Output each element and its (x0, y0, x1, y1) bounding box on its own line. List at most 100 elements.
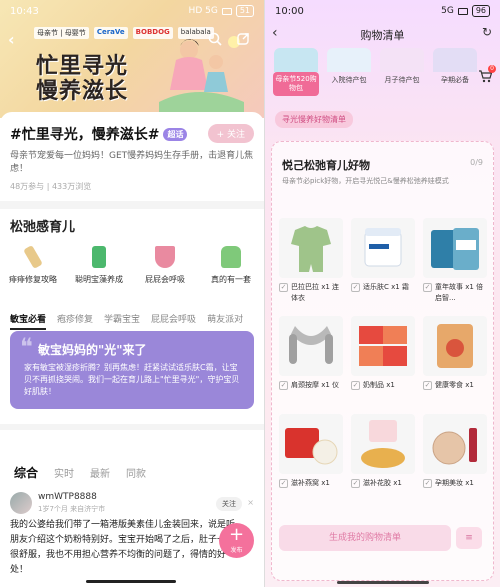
product-image (351, 218, 415, 278)
signal-icon (457, 7, 468, 15)
tab-breathable[interactable]: 屁屁会呼吸 (151, 312, 196, 330)
tab-party[interactable]: 萌友派对 (207, 312, 243, 330)
banner-title-line2: 慢养滋长 (36, 79, 129, 104)
plus-icon: + (228, 524, 245, 545)
banner-title: 忙里寻光 慢养滋长 (36, 54, 128, 104)
feed-tabs: 综合 实时 最新 同款 (14, 464, 146, 481)
item-checkbox[interactable]: ✓ (279, 479, 288, 488)
product-item[interactable]: ✓ 肩颈按摩 x1 仪 (279, 316, 345, 406)
status-bar: 10:00 5G 96 (265, 0, 500, 22)
tab-hospital-package[interactable]: 入院待产包 (326, 48, 372, 96)
topic-card: #忙里寻光，慢养滋长# 超话 + 关注 母亲节宠爱每一位妈妈！GET慢养妈妈生存… (0, 112, 264, 192)
diaper-icon (155, 246, 175, 268)
generate-list-button[interactable]: 生成我的购物清单 (279, 525, 451, 551)
item-checkbox[interactable]: ✓ (279, 283, 288, 292)
category-item[interactable]: 真的有一套 (203, 246, 259, 285)
status-time: 10:00 (275, 5, 304, 17)
package-image (380, 48, 424, 72)
follow-topic-button[interactable]: + 关注 (207, 124, 254, 143)
brand-logos: 母亲节 | 母婴节 CeraVe BOBDOG balabala (34, 27, 214, 39)
shopping-list-screen: 10:00 5G 96 ‹ 购物清单 ↻ 母亲节520购物包 入院待产包 月子待… (265, 0, 500, 587)
topic-title-text: #忙里寻光，慢养滋长# (10, 127, 160, 143)
network-indicator: HD 5G (188, 6, 218, 16)
cart-icon[interactable]: 0 (478, 65, 496, 86)
product-name: 滋补燕窝 x1 (291, 479, 330, 487)
publish-button[interactable]: + 发布 (219, 523, 254, 558)
product-item[interactable]: ✓ 童年故事 x1 倍启智... (423, 218, 489, 308)
bottle-icon (92, 246, 106, 268)
product-image (351, 414, 415, 474)
onesie-icon (291, 226, 331, 272)
item-checkbox[interactable]: ✓ (423, 283, 432, 292)
bandage-icon (23, 244, 43, 270)
selection-count: 0/9 (470, 158, 483, 167)
tab-same-style[interactable]: 同款 (126, 465, 146, 480)
brand-logo: BOBDOG (132, 27, 173, 39)
package-label: 孕期必备 (441, 76, 469, 84)
shopping-board: 悦己松弛育儿好物 0/9 母亲节必pick好物，开启寻光悦己&慢养松弛养娃模式 … (271, 141, 494, 581)
tab-mothers-day-package[interactable]: 母亲节520购物包 (273, 48, 319, 96)
section-divider (0, 201, 264, 209)
category-label: 痱痱修复攻略 (9, 275, 57, 284)
list-icon[interactable]: ≡ (456, 527, 482, 549)
package-image (433, 48, 477, 72)
tab-smart-baby[interactable]: 学霸宝宝 (104, 312, 140, 330)
category-item[interactable]: 屁屁会呼吸 (137, 246, 193, 285)
birds-nest-icon (285, 428, 338, 465)
brand-logo: CeraVe (93, 27, 128, 39)
tab-confinement-package[interactable]: 月子待产包 (379, 48, 425, 96)
board-description: 母亲节必pick好物，开启寻光悦己&慢养松弛养娃模式 (282, 177, 449, 185)
banner-title-line1: 忙里寻光 (36, 54, 129, 79)
tab-latest[interactable]: 最新 (90, 465, 110, 480)
share-icon[interactable] (236, 32, 250, 46)
topic-stats: 48万参与 | 433万浏览 (10, 182, 92, 191)
post-text[interactable]: 我的公婆给我们带了一箱港版美素佳儿金装回来，说是听朋友介绍这个奶粉特别好。宝宝开… (10, 518, 242, 578)
category-row: 痱痱修复攻略 聪明宝藻养成 屁屁会呼吸 真的有一套 (0, 244, 264, 285)
item-checkbox[interactable]: ✓ (423, 381, 432, 390)
product-name: 滋补花胶 x1 (363, 479, 402, 487)
refresh-icon[interactable]: ↻ (482, 25, 492, 39)
content-tabs: 敏宝必看 疱疹修复 学霸宝宝 屁屁会呼吸 萌友派对 (10, 312, 243, 330)
category-item[interactable]: 聪明宝藻养成 (71, 246, 127, 285)
close-icon[interactable]: × (247, 498, 254, 507)
item-checkbox[interactable]: ✓ (279, 381, 288, 390)
follow-user-button[interactable]: 关注 (216, 497, 242, 511)
item-checkbox[interactable]: ✓ (351, 381, 360, 390)
search-icon[interactable] (208, 32, 222, 46)
product-item[interactable]: ✓ 孕期美妆 x1 (423, 414, 489, 504)
category-item[interactable]: 痱痱修复攻略 (5, 244, 61, 285)
back-icon[interactable]: ‹ (8, 30, 15, 49)
product-item[interactable]: ✓ 适乐肤C x1 霜 (351, 218, 417, 308)
tab-herpes-repair[interactable]: 疱疹修复 (57, 312, 93, 330)
item-checkbox[interactable]: ✓ (423, 479, 432, 488)
product-item[interactable]: ✓ 滋补花胶 x1 (351, 414, 417, 504)
promo-body: 家有敏宝被湿疹折腾？别再焦虑！赶紧试试适乐肤C霜，让宝贝不再抓挠哭闹。我们一起在… (24, 363, 240, 396)
tab-pregnancy-package[interactable]: 孕期必备 (432, 48, 478, 96)
product-image (423, 218, 487, 278)
nav-bar: ‹ 购物清单 ↻ (265, 22, 500, 46)
publish-label: 发布 (230, 547, 243, 554)
product-item[interactable]: ✓ 奶制品 x1 (351, 316, 417, 406)
gift-package-tabs: 母亲节520购物包 入院待产包 月子待产包 孕期必备 (273, 48, 478, 96)
item-checkbox[interactable]: ✓ (351, 283, 360, 292)
product-item[interactable]: ✓ 健康零食 x1 (423, 316, 489, 406)
product-image (423, 414, 487, 474)
post-header: wmWTP8888 1岁7个月 来自济宁市 (10, 492, 105, 514)
avatar[interactable] (10, 492, 32, 514)
tab-comprehensive[interactable]: 综合 (14, 464, 38, 481)
product-grid: ✓ 巴拉巴拉 x1 连体衣 ✓ 适乐肤C x1 霜 ✓ 童年故事 x1 倍启智.… (279, 218, 489, 504)
post-username[interactable]: wmWTP8888 (38, 492, 105, 502)
tab-realtime[interactable]: 实时 (54, 465, 74, 480)
super-topic-badge: 超话 (163, 127, 188, 141)
product-item[interactable]: ✓ 巴拉巴拉 x1 连体衣 (279, 218, 345, 308)
item-checkbox[interactable]: ✓ (351, 479, 360, 488)
cream-jar-icon (364, 228, 402, 267)
home-indicator[interactable] (337, 581, 429, 584)
status-bar: 10:43 HD 5G 51 (0, 0, 264, 22)
product-item[interactable]: ✓ 滋补燕窝 x1 (279, 414, 345, 504)
topic-screen: 10:43 HD 5G 51 ‹ 母亲节 | 母婴节 CeraVe BOBDOG… (0, 0, 264, 587)
promo-card[interactable]: ❝ 敏宝妈妈的"光"来了 家有敏宝被湿疹折腾？别再焦虑！赶紧试试适乐肤C霜，让宝… (10, 331, 254, 409)
tab-sensitive-baby[interactable]: 敏宝必看 (10, 312, 47, 330)
home-indicator[interactable] (86, 580, 176, 583)
product-image (279, 218, 343, 278)
